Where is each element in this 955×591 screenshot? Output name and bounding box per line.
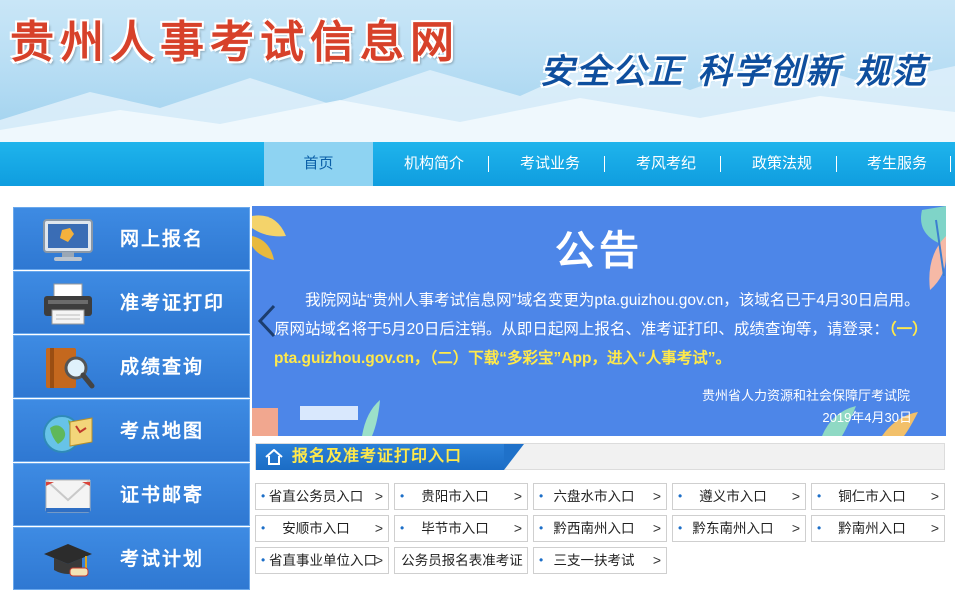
entry-liupanshui[interactable]: • 六盘水市入口 > [533, 483, 667, 510]
entry-civil-servant-form[interactable]: 公务员报名表准考证 [394, 547, 528, 574]
entry-anshun[interactable]: • 安顺市入口 > [255, 515, 389, 542]
sidebar-item-score-query[interactable]: 成绩查询 [13, 335, 250, 398]
nav-exam-discipline[interactable]: 考风考纪 [612, 142, 720, 186]
chevron-right-icon: > [930, 488, 939, 504]
sidebar-item-label: 准考证打印 [120, 293, 226, 314]
nav-divider [836, 156, 837, 172]
entry-bijie[interactable]: • 毕节市入口 > [394, 515, 528, 542]
entry-tongren[interactable]: • 铜仁市入口 > [811, 483, 945, 510]
sidebar: 网上报名 准考证打印 成绩查询 考点地图 证书邮寄 考试计划 [13, 207, 251, 590]
nav-about[interactable]: 机构简介 [380, 142, 488, 186]
envelope-icon [45, 479, 91, 513]
sidebar-item-label: 网上报名 [120, 229, 205, 250]
chevron-right-icon: > [652, 488, 661, 504]
entry-section-title: 报名及准考证打印入口 [292, 448, 463, 465]
header-banner: 贵州人事考试信息网 安全公正 科学创新 规范 [0, 0, 955, 142]
chevron-right-icon: > [513, 488, 522, 504]
notice-date: 2019年4月30日 [822, 410, 912, 425]
nav-divider [488, 156, 489, 172]
entry-zunyi[interactable]: • 遵义市入口 > [672, 483, 806, 510]
chevron-right-icon: > [374, 552, 383, 568]
sidebar-item-label: 成绩查询 [120, 357, 205, 378]
nav-divider [604, 156, 605, 172]
entry-qiandongnan[interactable]: • 黔东南州入口 > [672, 515, 806, 542]
main-nav: 首页 机构简介 考试业务 考风考纪 政策法规 考生服务 [0, 142, 955, 186]
printer-icon [44, 283, 92, 325]
entry-section-header: 报名及准考证打印入口 [255, 443, 945, 470]
entry-provincial-institution[interactable]: • 省直事业单位入口 > [255, 547, 389, 574]
entry-qiannan[interactable]: • 黔南州入口 > [811, 515, 945, 542]
entry-qianxinan[interactable]: • 黔西南州入口 > [533, 515, 667, 542]
chevron-right-icon: > [930, 520, 939, 536]
notice-body: 我院网站“贵州人事考试信息网”域名变更为pta.guizhou.gov.cn，该… [274, 286, 934, 373]
nav-policy[interactable]: 政策法规 [728, 142, 836, 186]
sidebar-item-certificate-mail[interactable]: 证书邮寄 [13, 463, 250, 526]
nav-candidate-service[interactable]: 考生服务 [844, 142, 950, 186]
entry-tab-tail [504, 444, 524, 470]
nav-divider [950, 156, 951, 172]
chevron-right-icon: > [374, 520, 383, 536]
sidebar-item-admission-print[interactable]: 准考证打印 [13, 271, 250, 334]
sidebar-item-label: 考点地图 [120, 421, 205, 442]
graduation-cap-icon [44, 544, 92, 577]
site-slogan: 安全公正 科学创新 规范 [540, 52, 928, 92]
notice-organization: 贵州省人力资源和社会保障厅考试院 [701, 388, 910, 403]
sidebar-item-exam-plan[interactable]: 考试计划 [13, 527, 250, 590]
chevron-right-icon: > [791, 488, 800, 504]
entry-provincial-civil-servant[interactable]: • 省直公务员入口 > [255, 483, 389, 510]
chevron-right-icon: > [374, 488, 383, 504]
nav-home[interactable]: 首页 [264, 142, 373, 186]
entry-sanzhi-yifu[interactable]: • 三支一扶考试 > [533, 547, 667, 574]
nav-divider [720, 156, 721, 172]
site-title: 贵州人事考试信息网 [10, 17, 460, 68]
plant-decoration-icon [252, 400, 380, 436]
globe-map-icon [43, 415, 93, 453]
sidebar-item-exam-map[interactable]: 考点地图 [13, 399, 250, 462]
entry-section-tab: 报名及准考证打印入口 [256, 444, 504, 470]
announcement-banner: 公告 我院网站“贵州人事考试信息网”域名变更为pta.guizhou.gov.c… [252, 206, 946, 436]
magnifier-book-icon [46, 348, 95, 389]
nav-exam-business[interactable]: 考试业务 [496, 142, 604, 186]
sidebar-item-label: 证书邮寄 [120, 485, 205, 506]
sidebar-item-online-registration[interactable]: 网上报名 [13, 207, 250, 270]
monitor-icon [43, 219, 93, 261]
entry-guiyang[interactable]: • 贵阳市入口 > [394, 483, 528, 510]
notice-title: 公告 [555, 229, 643, 273]
chevron-right-icon: > [513, 520, 522, 536]
chevron-right-icon: > [652, 552, 661, 568]
sidebar-item-label: 考试计划 [120, 549, 205, 570]
chevron-right-icon: > [791, 520, 800, 536]
notice-body-text: 我院网站“贵州人事考试信息网”域名变更为pta.guizhou.gov.cn，该… [274, 292, 920, 338]
home-icon [265, 449, 283, 465]
chevron-right-icon: > [652, 520, 661, 536]
